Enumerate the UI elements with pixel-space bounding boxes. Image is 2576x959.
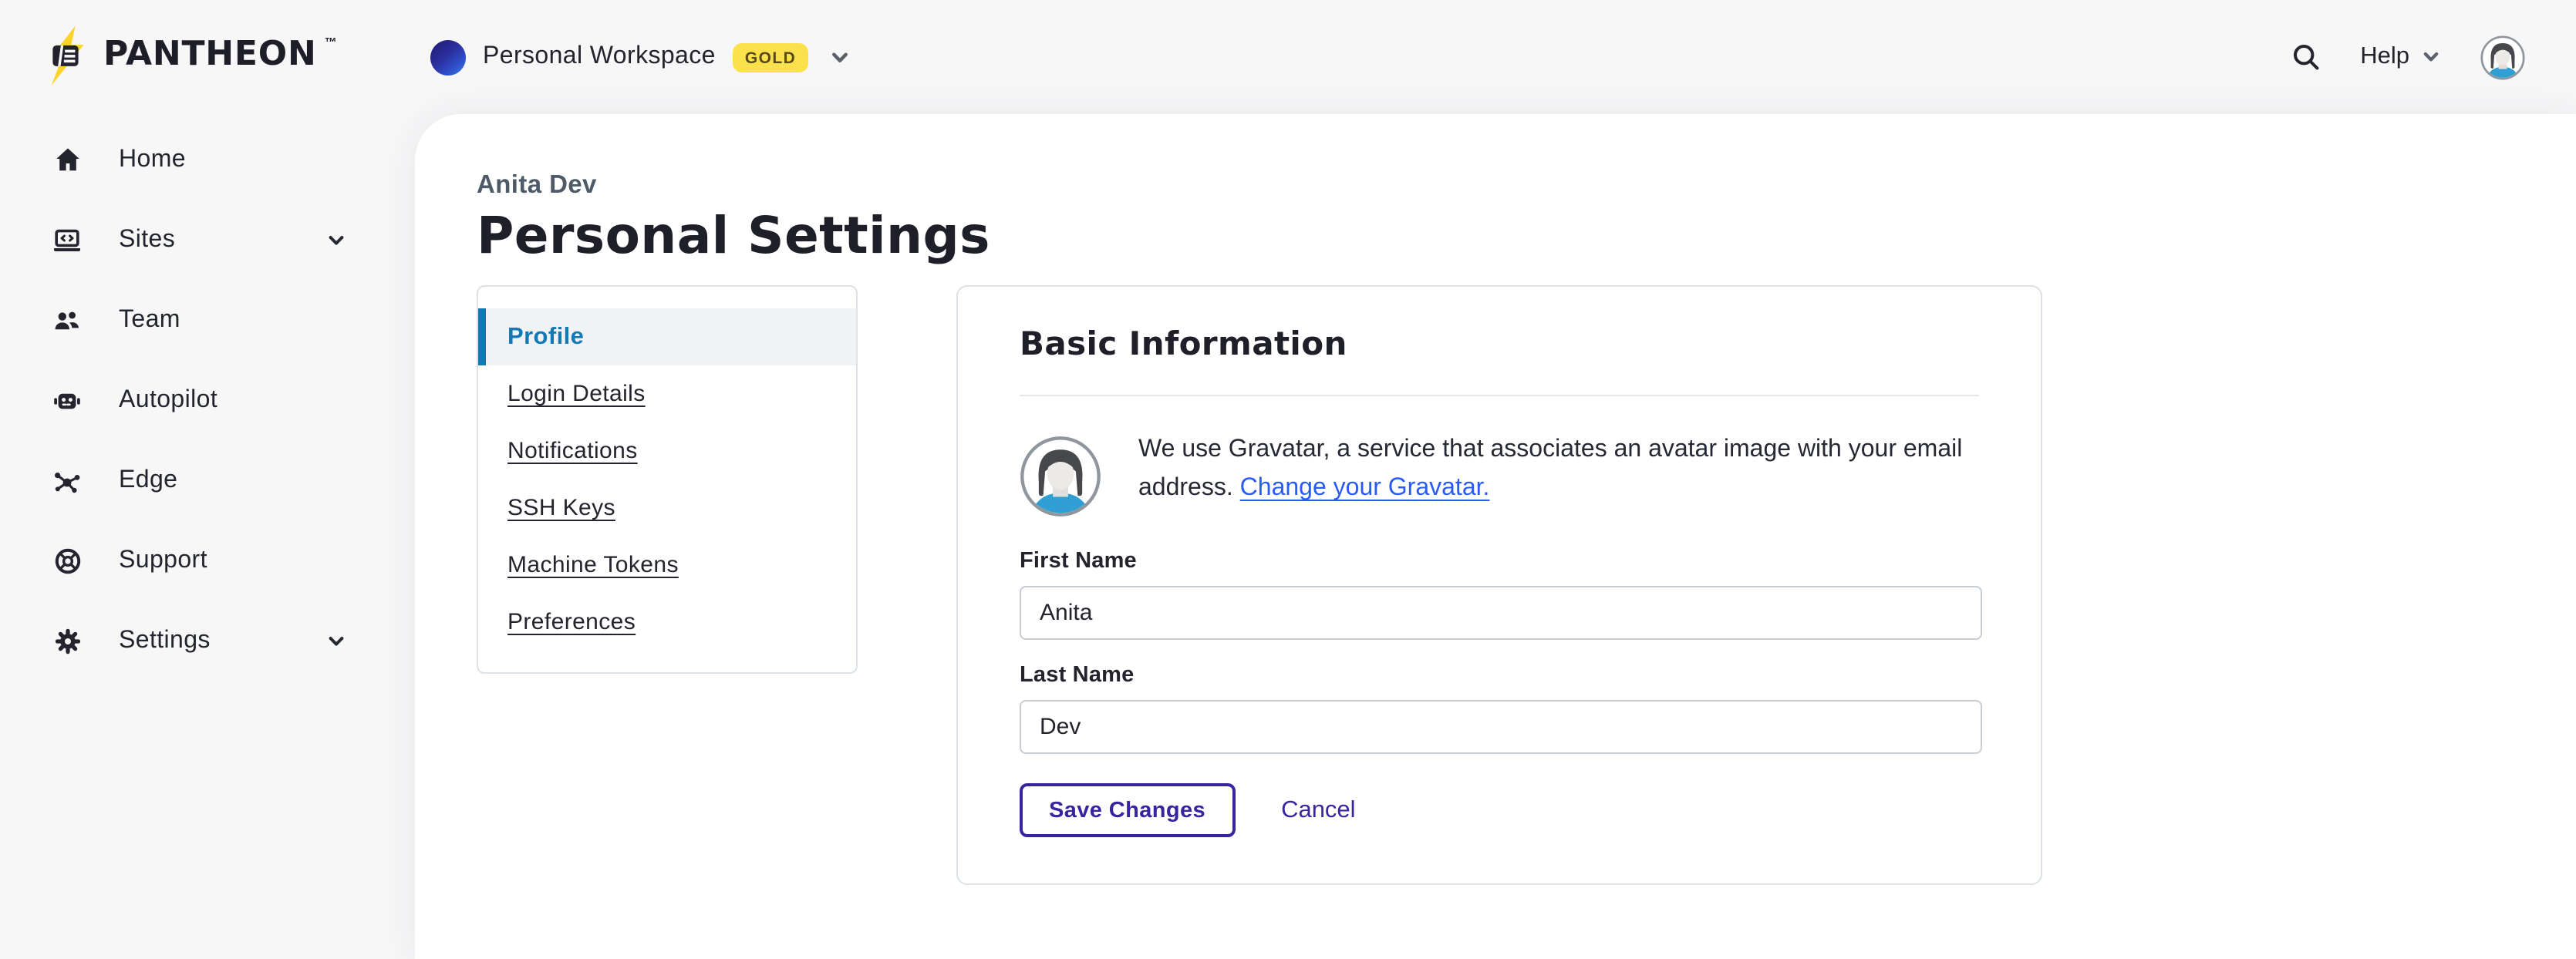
workspace-name: Personal Workspace	[483, 43, 716, 71]
change-gravatar-link[interactable]: Change your Gravatar.	[1240, 475, 1490, 501]
gravatar-avatar	[1020, 427, 1101, 526]
gear-icon	[51, 626, 83, 657]
sidebar-item-support[interactable]: Support	[0, 521, 415, 601]
robot-icon	[51, 385, 83, 416]
user-name-heading: Anita Dev	[477, 171, 2576, 200]
logo-trademark: ™	[325, 20, 337, 66]
edge-network-icon	[51, 466, 83, 496]
top-bar-actions: Help	[2291, 0, 2525, 114]
user-avatar[interactable]	[2480, 35, 2525, 79]
cancel-link[interactable]: Cancel	[1281, 796, 1356, 824]
main-panel: Anita Dev Personal Settings Profile Logi…	[415, 114, 2576, 959]
sidebar: Home Sites	[0, 114, 415, 681]
sidebar-item-sites[interactable]: Sites	[0, 200, 415, 281]
chevron-down-icon	[2420, 46, 2442, 68]
last-name-input[interactable]	[1020, 700, 1982, 754]
divider	[1020, 395, 1979, 396]
workspace-switcher[interactable]: Personal Workspace GOLD	[430, 0, 851, 114]
home-icon	[51, 145, 83, 176]
settings-nav-machine-tokens[interactable]: Machine Tokens	[478, 537, 856, 594]
save-changes-button[interactable]: Save Changes	[1020, 783, 1235, 837]
settings-nav-notifications[interactable]: Notifications	[478, 422, 856, 480]
sidebar-item-settings[interactable]: Settings	[0, 601, 415, 681]
sidebar-item-home[interactable]: Home	[0, 120, 415, 200]
plan-badge: GOLD	[733, 42, 808, 72]
basic-information-card: Basic Information We u	[956, 285, 2042, 885]
pantheon-bolt-icon	[43, 20, 96, 91]
team-icon	[51, 305, 83, 336]
settings-nav-ssh-keys[interactable]: SSH Keys	[478, 480, 856, 537]
gravatar-description: We use Gravatar, a service that associat…	[1138, 430, 1979, 507]
first-name-input[interactable]	[1020, 586, 1982, 640]
workspace-avatar	[430, 39, 466, 75]
sidebar-item-autopilot[interactable]: Autopilot	[0, 361, 415, 441]
sidebar-item-team[interactable]: Team	[0, 281, 415, 361]
gravatar-row: We use Gravatar, a service that associat…	[1020, 427, 1979, 526]
help-label: Help	[2360, 43, 2409, 71]
chevron-down-icon[interactable]	[325, 631, 347, 652]
settings-nav-card: Profile Login Details Notifications SSH …	[477, 285, 858, 674]
sites-icon	[51, 225, 83, 256]
top-bar: PANTHEON ™ Personal Workspace GOLD Help	[0, 0, 2576, 114]
last-name-label: Last Name	[1020, 663, 1979, 688]
pantheon-logo: PANTHEON ™	[43, 20, 337, 91]
card-title: Basic Information	[1020, 325, 1979, 362]
app-root: PANTHEON ™ Personal Workspace GOLD Help	[0, 0, 2576, 959]
page-title: Personal Settings	[477, 205, 2576, 265]
search-icon[interactable]	[2291, 42, 2321, 72]
form-actions: Save Changes Cancel	[1020, 783, 1979, 837]
settings-nav-login-details[interactable]: Login Details	[478, 365, 856, 422]
settings-content: Profile Login Details Notifications SSH …	[477, 285, 2576, 885]
help-menu[interactable]: Help	[2360, 43, 2442, 71]
settings-nav-profile[interactable]: Profile	[478, 308, 856, 365]
first-name-label: First Name	[1020, 549, 1979, 574]
first-name-field-group: First Name	[1020, 549, 1979, 640]
logo-wordmark: PANTHEON	[103, 20, 317, 91]
chevron-down-icon[interactable]	[325, 230, 347, 251]
sidebar-item-edge[interactable]: Edge	[0, 441, 415, 521]
last-name-field-group: Last Name	[1020, 663, 1979, 754]
settings-nav-preferences[interactable]: Preferences	[478, 594, 856, 651]
life-ring-icon	[51, 546, 83, 577]
chevron-down-icon[interactable]	[828, 45, 851, 69]
